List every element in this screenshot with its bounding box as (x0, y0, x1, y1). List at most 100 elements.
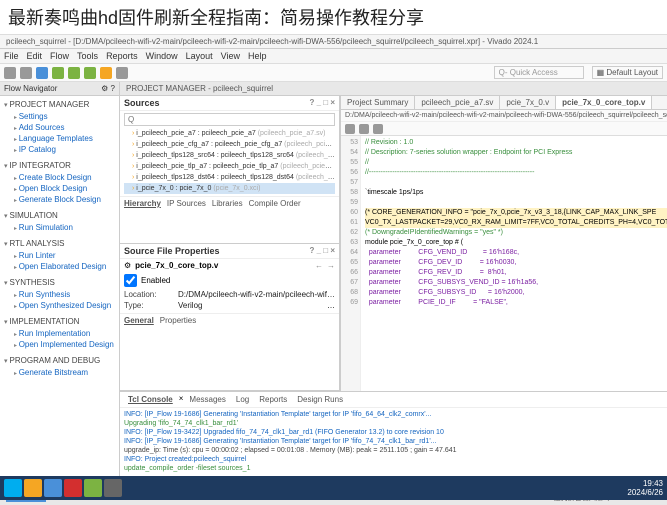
tab-general[interactable]: General (124, 316, 154, 325)
type-value[interactable]: Verilog (178, 301, 323, 310)
undo-icon[interactable] (20, 67, 32, 79)
tab-messages[interactable]: Messages (185, 394, 229, 405)
save-icon[interactable] (4, 67, 16, 79)
tab-libraries[interactable]: Libraries (212, 199, 243, 208)
tree-item[interactable]: i_pcileech_pcie_tlp_a7 : pcileech_pcie_t… (124, 161, 335, 172)
clock[interactable]: 19:432024/6/26 (627, 479, 663, 497)
redo-icon[interactable] (36, 67, 48, 79)
nav-item-run-synthesis[interactable]: Run Synthesis (4, 289, 115, 300)
tab-reports[interactable]: Reports (255, 394, 291, 405)
tab-log[interactable]: Log (232, 394, 253, 405)
tab-project-summary[interactable]: Project Summary (341, 96, 415, 109)
nav-item-open-elaborated-design[interactable]: Open Elaborated Design (4, 261, 115, 272)
sources-panel-title: Sources ? _ □ × (120, 96, 339, 111)
ip-icon[interactable] (116, 67, 128, 79)
nav-item-generate-bitstream[interactable]: Generate Bitstream (4, 367, 115, 378)
nav-section-ip-integrator[interactable]: IP INTEGRATOR (4, 159, 115, 172)
nav-item-open-implemented-design[interactable]: Open Implemented Design (4, 339, 115, 350)
menu-reports[interactable]: Reports (106, 51, 138, 61)
tab-tcl-console[interactable]: Tcl Console (124, 394, 177, 405)
menu-view[interactable]: View (221, 51, 240, 61)
nav-item-run-linter[interactable]: Run Linter (4, 250, 115, 261)
menu-window[interactable]: Window (146, 51, 178, 61)
menubar: File Edit Flow Tools Reports Window Layo… (0, 49, 667, 64)
nav-tools-icon[interactable]: ⚙ ? (101, 84, 115, 93)
tab-file-3[interactable]: pcie_7x_0_core_top.v (556, 96, 652, 109)
nav-item-language-templates[interactable]: Language Templates (4, 133, 115, 144)
menu-layout[interactable]: Layout (186, 51, 213, 61)
next-icon[interactable]: → (327, 261, 335, 270)
tab-design-runs[interactable]: Design Runs (293, 394, 347, 405)
layout-selector[interactable]: ▦ Default Layout (592, 66, 663, 79)
location-label: Location: (124, 290, 174, 299)
editor-tool-icon[interactable] (359, 124, 369, 134)
menu-flow[interactable]: Flow (50, 51, 69, 61)
tab-file-2[interactable]: pcie_7x_0.v (500, 96, 556, 109)
tree-item[interactable]: i_pcileech_pcie_a7 : pcileech_pcie_a7 (p… (124, 128, 335, 139)
tab-ip-sources[interactable]: IP Sources (167, 199, 206, 208)
impl-icon[interactable] (84, 67, 96, 79)
nav-section-project-manager[interactable]: PROJECT MANAGER (4, 98, 115, 111)
editor-tool-icon[interactable] (345, 124, 355, 134)
nav-header: Flow Navigator ⚙ ? (0, 82, 119, 96)
sources-tools[interactable]: ? _ □ × (309, 98, 335, 108)
editor-tabs: Project Summary pcileech_pcie_a7.sv pcie… (341, 96, 667, 110)
nav-item-settings[interactable]: Settings (4, 111, 115, 122)
tab-hierarchy[interactable]: Hierarchy (124, 199, 161, 208)
nav-item-add-sources[interactable]: Add Sources (4, 122, 115, 133)
nav-section-program-and-debug[interactable]: PROGRAM AND DEBUG (4, 354, 115, 367)
app-icon[interactable] (84, 479, 102, 497)
sources-search-input[interactable] (124, 113, 335, 126)
synth-icon[interactable] (68, 67, 80, 79)
settings-icon[interactable] (100, 67, 112, 79)
location-value: D:/DMA/pcileech-wifi-v2-main/pcileech-wi… (178, 290, 335, 299)
tab-compile-order[interactable]: Compile Order (249, 199, 301, 208)
enabled-label: Enabled (141, 276, 170, 285)
prop-filename: pcie_7x_0_core_top.v (135, 261, 218, 270)
nav-item-run-simulation[interactable]: Run Simulation (4, 222, 115, 233)
props-tools[interactable]: ? _ □ × (309, 246, 335, 256)
tree-item[interactable]: i_pcie_7x_0 : pcie_7x_0 (pcie_7x_0.xci) (124, 183, 335, 194)
code-editor[interactable]: 5354555657585960616263646566676869 // Re… (341, 136, 667, 391)
menu-help[interactable]: Help (248, 51, 267, 61)
taskbar: 19:432024/6/26 (0, 476, 667, 500)
explorer-icon[interactable] (24, 479, 42, 497)
editor-path: D:/DMA/pcileech-wifi-v2-main/pcileech-wi… (341, 110, 667, 122)
menu-file[interactable]: File (4, 51, 19, 61)
tab-file-1[interactable]: pcileech_pcie_a7.sv (415, 96, 500, 109)
flow-navigator: Flow Navigator ⚙ ? PROJECT MANAGERSettin… (0, 82, 120, 491)
browse-icon[interactable]: … (327, 301, 335, 310)
menu-tools[interactable]: Tools (77, 51, 98, 61)
menu-edit[interactable]: Edit (27, 51, 43, 61)
start-button[interactable] (4, 479, 22, 497)
vivado-icon[interactable] (104, 479, 122, 497)
nav-item-open-block-design[interactable]: Open Block Design (4, 183, 115, 194)
nav-item-create-block-design[interactable]: Create Block Design (4, 172, 115, 183)
nav-item-open-synthesized-design[interactable]: Open Synthesized Design (4, 300, 115, 311)
tab-properties[interactable]: Properties (160, 316, 196, 325)
window-titlebar: pcileech_squirrel - [D:/DMA/pcileech-wif… (0, 35, 667, 49)
enabled-checkbox[interactable] (124, 274, 137, 287)
edge-icon[interactable] (44, 479, 62, 497)
editor-tool-icon[interactable] (373, 124, 383, 134)
nav-section-synthesis[interactable]: SYNTHESIS (4, 276, 115, 289)
console-output[interactable]: INFO: [IP_Flow 19-1686] Generating 'Inst… (120, 408, 667, 479)
run-icon[interactable] (52, 67, 64, 79)
project-header: PROJECT MANAGER - pcileech_squirrel (120, 82, 667, 96)
nav-item-generate-block-design[interactable]: Generate Block Design (4, 194, 115, 205)
prev-icon[interactable]: ← (315, 261, 323, 270)
sources-tabs: Hierarchy IP Sources Libraries Compile O… (120, 196, 339, 210)
page-heading: 最新奏鸣曲hd固件刷新全程指南：简易操作教程分享 (0, 0, 667, 35)
tree-item[interactable]: i_pcileech_tlps128_dst64 : pcileech_tlps… (124, 172, 335, 183)
quick-access-input[interactable]: Q- Quick Access (494, 66, 584, 79)
tree-item[interactable]: i_pcileech_tlps128_src64 : pcileech_tlps… (124, 150, 335, 161)
console-tabs: Tcl Console × Messages Log Reports Desig… (120, 392, 667, 408)
nav-item-run-implementation[interactable]: Run Implementation (4, 328, 115, 339)
nav-section-simulation[interactable]: SIMULATION (4, 209, 115, 222)
nav-section-implementation[interactable]: IMPLEMENTATION (4, 315, 115, 328)
gear-icon: ⚙ (124, 261, 131, 270)
tree-item[interactable]: i_pcileech_pcie_cfg_a7 : pcileech_pcie_c… (124, 139, 335, 150)
app-icon[interactable] (64, 479, 82, 497)
nav-section-rtl-analysis[interactable]: RTL ANALYSIS (4, 237, 115, 250)
nav-item-ip-catalog[interactable]: IP Catalog (4, 144, 115, 155)
